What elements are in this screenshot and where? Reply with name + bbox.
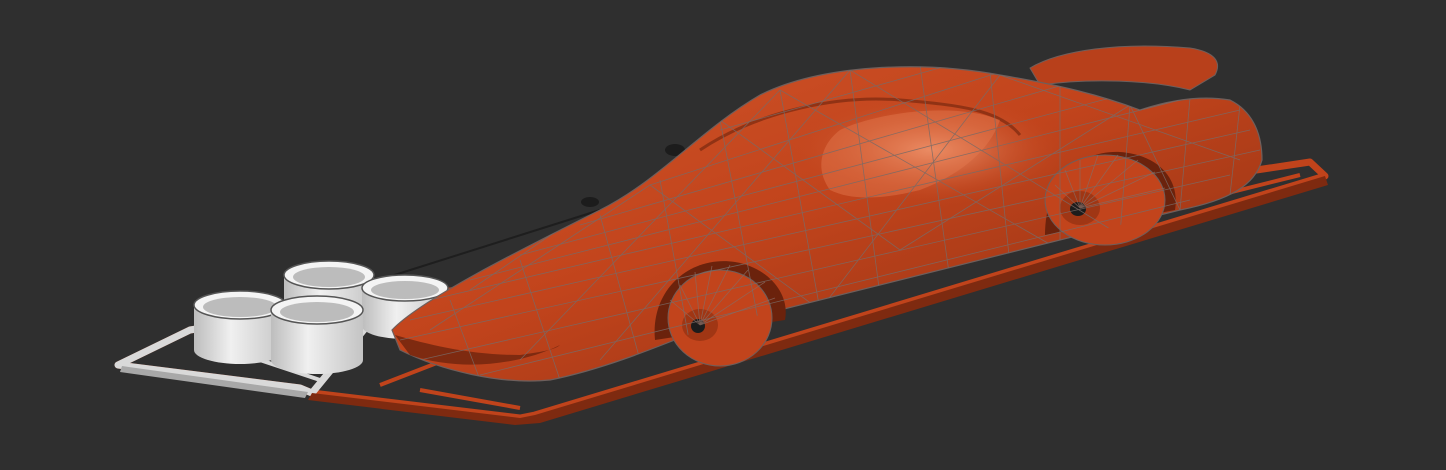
wheel-cup-inner	[293, 267, 365, 287]
wheel-cup	[270, 295, 364, 374]
3d-viewport[interactable]	[0, 0, 1446, 470]
frame-peg	[581, 197, 599, 207]
scene-canvas[interactable]	[0, 0, 1446, 470]
wheel-cup-inner	[280, 302, 354, 322]
rear-spoiler	[1029, 45, 1219, 91]
wheel-cup-inner	[371, 281, 439, 299]
wheel-cup-inner	[203, 297, 277, 317]
